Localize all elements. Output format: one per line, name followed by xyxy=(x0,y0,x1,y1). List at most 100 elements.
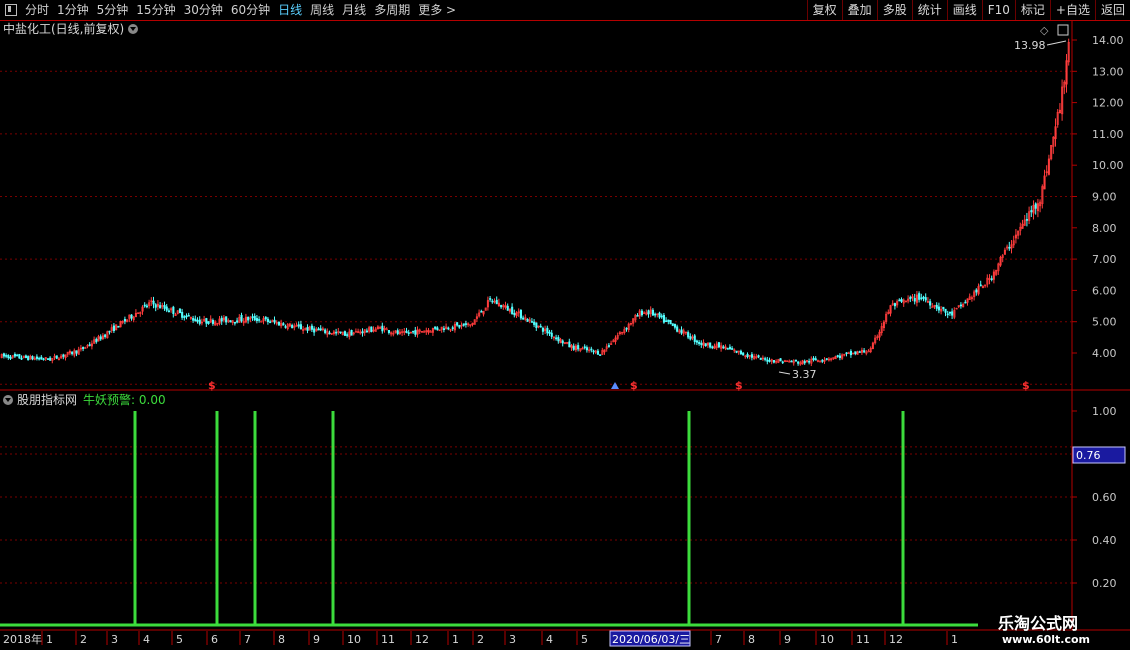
candle-body xyxy=(251,316,254,318)
candle-body xyxy=(207,321,210,324)
candle-body xyxy=(187,314,190,317)
candle-body xyxy=(548,331,551,334)
candle-body xyxy=(451,327,454,329)
candle-body xyxy=(739,350,743,355)
time-tick-label: 1 xyxy=(951,633,958,646)
candle-body xyxy=(812,357,815,360)
candle-body xyxy=(660,315,663,318)
candle-body xyxy=(7,355,10,359)
candle-body xyxy=(964,301,967,304)
up-arrow-icon xyxy=(611,382,619,389)
candle-body xyxy=(442,328,446,330)
candle-body xyxy=(495,299,498,305)
candle-body xyxy=(794,359,798,362)
candle-body xyxy=(893,303,897,307)
candle-body xyxy=(20,357,23,360)
cursor-date: 2020/06/03/三 xyxy=(612,633,690,646)
candle-body xyxy=(198,319,201,324)
candle-body xyxy=(546,327,549,334)
candle-body xyxy=(909,296,912,300)
candle-body xyxy=(71,351,74,355)
candle-body xyxy=(667,319,670,322)
candle-body xyxy=(167,310,170,313)
candle-body xyxy=(220,317,223,322)
candle-body xyxy=(759,357,762,360)
candle-body xyxy=(814,358,817,361)
candle-body xyxy=(1034,203,1037,209)
kline-chart[interactable]: $ $ $ $ 14.0013.0012.0011.0010.009.008.007.… xyxy=(0,0,1130,650)
price-tick-label: 14.00 xyxy=(1092,34,1124,47)
watermark: 乐淘公式网 www.60lt.com xyxy=(980,606,1130,650)
time-tick-label: 10 xyxy=(347,633,361,646)
candle-body xyxy=(266,318,270,323)
candle-body xyxy=(346,334,349,336)
candle-body xyxy=(506,305,509,311)
candle-body xyxy=(423,331,426,333)
candle-body xyxy=(2,353,6,357)
time-tick-label: 5 xyxy=(176,633,183,646)
candle-body xyxy=(858,351,861,353)
time-tick-label: 7 xyxy=(244,633,251,646)
candle-body xyxy=(88,344,91,346)
time-tick-label: 9 xyxy=(784,633,791,646)
candle-body xyxy=(317,328,320,331)
candle-body xyxy=(350,329,353,336)
indicator-tick-label: 0.60 xyxy=(1092,491,1117,504)
candle-body xyxy=(757,355,760,358)
time-tick-label: 2 xyxy=(80,633,87,646)
price-tick-label: 5.00 xyxy=(1092,316,1117,329)
candle-body xyxy=(253,315,256,321)
candle-body xyxy=(5,355,8,357)
candle-body xyxy=(205,318,208,324)
candle-body xyxy=(429,331,432,333)
candle-body xyxy=(821,360,824,362)
time-tick-label: 1 xyxy=(46,633,53,646)
candle-body xyxy=(464,323,468,325)
candle-body xyxy=(959,304,963,307)
candle-body xyxy=(849,350,853,356)
candle-body xyxy=(405,330,408,333)
candle-body xyxy=(277,321,281,326)
candle-body xyxy=(689,336,692,340)
candle-body xyxy=(764,358,767,360)
price-tick-label: 11.00 xyxy=(1092,128,1124,141)
candle-body xyxy=(258,319,261,321)
candle-body xyxy=(726,348,729,350)
candle-body xyxy=(797,361,800,364)
panel-icon[interactable] xyxy=(1057,24,1069,36)
time-tick-label: 10 xyxy=(820,633,834,646)
candle-body xyxy=(462,323,465,326)
candle-body xyxy=(306,327,309,331)
candle-body xyxy=(922,296,925,299)
candle-body xyxy=(16,354,19,357)
candle-body xyxy=(568,341,571,348)
diamond-icon[interactable]: ◇ xyxy=(1040,24,1049,37)
candle-body xyxy=(590,348,593,351)
indicator-axis: 1.000.800.600.400.20 xyxy=(1072,405,1117,590)
candle-body xyxy=(766,359,769,362)
candle-body xyxy=(680,329,683,334)
candle-body xyxy=(929,301,932,306)
candle-body xyxy=(671,323,674,326)
price-axis: 14.00 13.00 12.00 11.00 10.00 9.00 8.00 7.00 6.0… xyxy=(1072,34,1124,360)
time-tick-label: 6 xyxy=(211,633,218,646)
price-tick-label: 7.00 xyxy=(1092,253,1117,266)
candle-body xyxy=(898,299,901,302)
time-tick-label: 12 xyxy=(415,633,429,646)
candle-body xyxy=(447,327,450,330)
candle-body xyxy=(229,320,232,323)
candle-body xyxy=(944,308,947,313)
candle-body xyxy=(535,322,538,328)
candle-body xyxy=(676,326,679,332)
candle-body xyxy=(165,306,168,311)
candle-body xyxy=(698,341,701,344)
candle-body xyxy=(924,297,927,301)
candle-body xyxy=(772,360,776,363)
candle-body xyxy=(247,316,250,321)
candle-body xyxy=(108,330,111,333)
indicator-tick-label: 0.40 xyxy=(1092,534,1117,547)
candle-body xyxy=(592,350,595,353)
candle-body xyxy=(396,330,399,335)
candle-body xyxy=(990,278,993,280)
candle-body xyxy=(491,300,494,303)
